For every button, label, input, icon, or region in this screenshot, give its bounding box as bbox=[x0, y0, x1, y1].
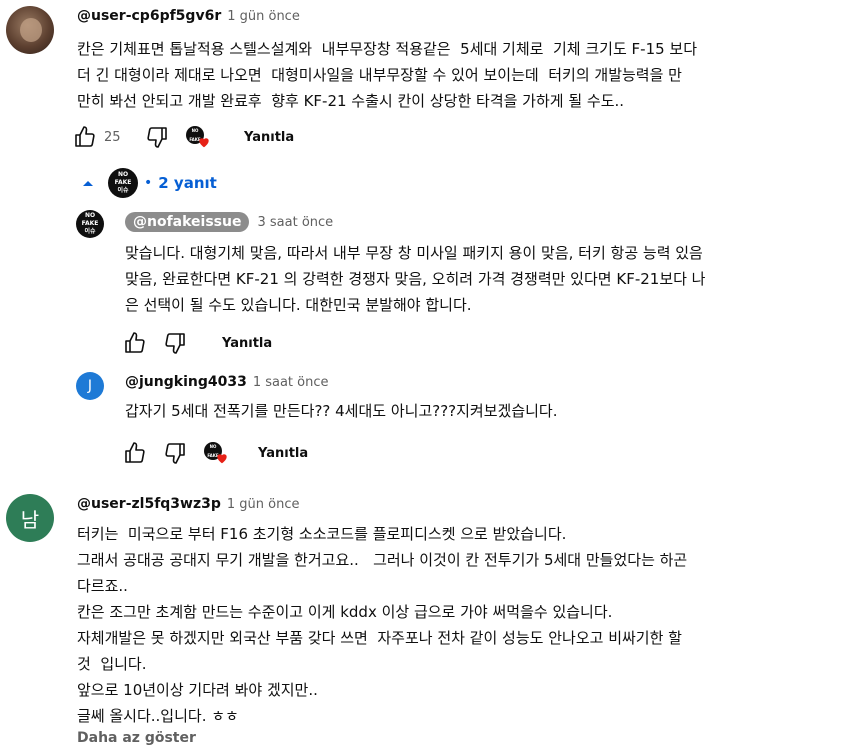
comment-header: @user-cp6pf5gv6r 1 gün önce bbox=[77, 8, 300, 24]
dislike-button[interactable] bbox=[162, 330, 188, 356]
reply-time[interactable]: 3 saat önce bbox=[257, 215, 333, 230]
comment-text: 칸은 기체표면 톱날적용 스텔스설계와 내부무장창 적용같은 5세대 기체로 기… bbox=[77, 40, 698, 110]
replies-toggle[interactable]: NO FAKE 이슈 • 2 yanıt bbox=[80, 168, 217, 198]
comment-actions: 25 NO FAKE Yanıtla bbox=[72, 124, 294, 150]
avatar[interactable]: NO FAKE 이슈 bbox=[76, 210, 104, 238]
comment-author[interactable]: @user-zl5fq3wz3p bbox=[77, 496, 221, 512]
show-less-button[interactable]: Daha az göster bbox=[77, 730, 196, 746]
reply-actions: Yanıtla bbox=[122, 330, 272, 356]
thumbs-up-icon bbox=[125, 442, 145, 463]
like-button[interactable] bbox=[72, 124, 98, 150]
creator-avatar-icon: NO FAKE 이슈 bbox=[108, 168, 138, 198]
thumbs-down-icon bbox=[147, 127, 167, 148]
bullet-separator: • bbox=[144, 175, 153, 191]
reply-button[interactable]: Yanıtla bbox=[258, 446, 308, 461]
reply-text: 맞습니다. 대형기체 맞음, 따라서 내부 무장 창 미사일 패키지 용이 맞음… bbox=[125, 244, 706, 314]
thumbs-down-icon bbox=[165, 443, 185, 464]
reply-header: @nofakeissue 3 saat önce bbox=[125, 212, 333, 232]
comment-text: 터키는 미국으로 부터 F16 초기형 소소코드를 플로피디스켓 으로 받았습니… bbox=[77, 525, 688, 725]
reply-button[interactable]: Yanıtla bbox=[244, 130, 294, 145]
avatar[interactable]: J bbox=[76, 372, 104, 400]
avatar[interactable]: 남 bbox=[6, 494, 54, 542]
creator-heart-badge: NO FAKE bbox=[204, 440, 230, 466]
creator-heart-badge: NO FAKE bbox=[186, 124, 212, 150]
avatar[interactable] bbox=[6, 6, 54, 54]
reply-actions: NO FAKE Yanıtla bbox=[122, 440, 308, 466]
caret-up-icon bbox=[83, 181, 93, 186]
dislike-button[interactable] bbox=[144, 124, 170, 150]
dislike-button[interactable] bbox=[162, 440, 188, 466]
comment-time[interactable]: 1 gün önce bbox=[227, 9, 300, 24]
replies-count[interactable]: 2 yanıt bbox=[158, 174, 217, 192]
creator-handle-badge[interactable]: @nofakeissue bbox=[125, 212, 250, 232]
heart-icon bbox=[199, 138, 209, 148]
like-count: 25 bbox=[104, 129, 121, 145]
reply-button[interactable]: Yanıtla bbox=[222, 336, 272, 351]
heart-icon bbox=[217, 454, 227, 464]
thumbs-up-icon bbox=[125, 332, 145, 353]
like-button[interactable] bbox=[122, 330, 148, 356]
comment-author[interactable]: @user-cp6pf5gv6r bbox=[77, 8, 221, 24]
reply-time[interactable]: 1 saat önce bbox=[253, 375, 329, 390]
thumbs-down-icon bbox=[165, 333, 185, 354]
reply-text: 갑자기 5세대 전폭기를 만든다?? 4세대도 아니고???지켜보겠습니다. bbox=[125, 402, 558, 420]
comment-time[interactable]: 1 gün önce bbox=[227, 497, 300, 512]
comment-header: @user-zl5fq3wz3p 1 gün önce bbox=[77, 496, 300, 512]
thumbs-up-icon bbox=[75, 126, 95, 147]
reply-author[interactable]: @jungking4033 bbox=[125, 374, 247, 390]
like-button[interactable] bbox=[122, 440, 148, 466]
reply-header: @jungking4033 1 saat önce bbox=[125, 374, 329, 390]
